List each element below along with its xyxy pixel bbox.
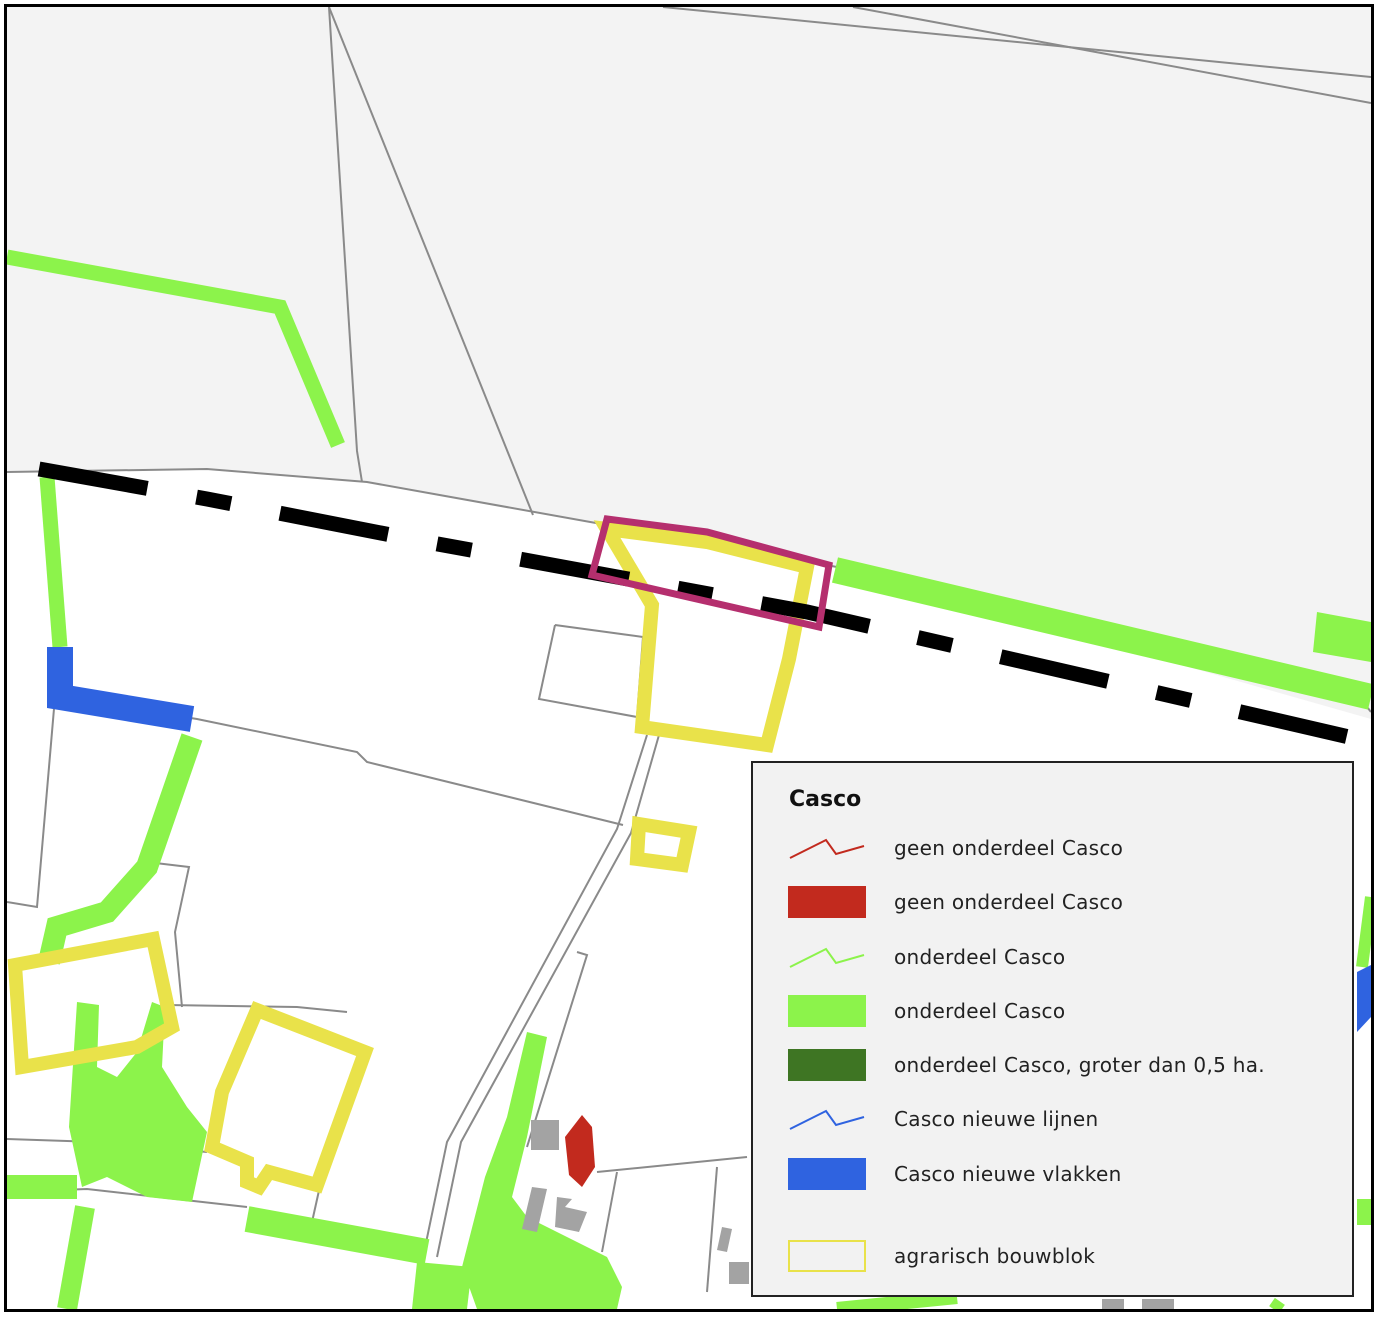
legend-item: onderdeel Casco, groter dan 0,5 ha. [753, 1045, 1352, 1085]
legend-item: geen onderdeel Casco [753, 882, 1352, 922]
legend-label: Casco nieuwe lijnen [894, 1107, 1099, 1131]
legend-label: agrarisch bouwblok [894, 1244, 1096, 1268]
red-area-icon [788, 886, 866, 918]
legend-item: Casco nieuwe lijnen [753, 1099, 1352, 1139]
casco-line [1269, 1297, 1285, 1309]
legend-item: onderdeel Casco [753, 991, 1352, 1031]
legend-label: onderdeel Casco [894, 945, 1066, 969]
legend-item: geen onderdeel Casco [753, 828, 1352, 868]
legend-label: geen onderdeel Casco [894, 836, 1124, 860]
green-line-icon [788, 941, 866, 973]
map-canvas[interactable]: Casco geen onderdeel Casco geen onderdeel… [4, 4, 1374, 1312]
blue-area-icon [788, 1158, 866, 1190]
blue-line-icon [788, 1103, 866, 1135]
building [729, 1262, 749, 1284]
green-area-icon [788, 995, 866, 1027]
dark-green-area-icon [788, 1049, 866, 1081]
casco-area [412, 1262, 472, 1309]
yellow-outline-icon [788, 1240, 866, 1272]
legend-item: agrarisch bouwblok [753, 1236, 1352, 1276]
building [1102, 1299, 1124, 1309]
legend-label: geen onderdeel Casco [894, 890, 1124, 914]
building [531, 1120, 559, 1150]
red-line-icon [788, 832, 866, 864]
legend-item: Casco nieuwe vlakken [753, 1154, 1352, 1194]
legend-label: onderdeel Casco, groter dan 0,5 ha. [894, 1053, 1265, 1077]
legend-label: Casco nieuwe vlakken [894, 1162, 1122, 1186]
legend-label: onderdeel Casco [894, 999, 1066, 1023]
map-legend: Casco geen onderdeel Casco geen onderdeel… [751, 761, 1354, 1297]
building [1142, 1299, 1174, 1309]
legend-title: Casco [789, 787, 862, 812]
legend-item: onderdeel Casco [753, 937, 1352, 977]
